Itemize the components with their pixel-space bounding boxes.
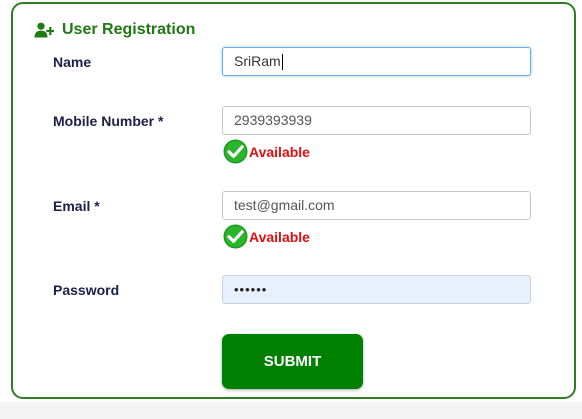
email-input[interactable]: test@gmail.com	[222, 191, 531, 220]
user-plus-icon	[34, 22, 54, 38]
form-header: User Registration	[34, 20, 195, 40]
name-input[interactable]: SriRam	[222, 47, 531, 76]
mobile-status-text: Available	[249, 143, 310, 160]
check-circle-icon	[223, 139, 248, 164]
form-title: User Registration	[62, 21, 196, 38]
name-value: SriRam	[234, 53, 281, 69]
password-input[interactable]: ••••••	[222, 275, 531, 304]
password-label: Password	[53, 282, 120, 298]
email-status-text: Available	[249, 228, 310, 245]
mobile-input[interactable]: 2939393939	[222, 106, 531, 135]
email-label: Email *	[53, 198, 100, 214]
page-bottom-strip	[0, 402, 582, 419]
text-caret	[281, 54, 283, 71]
check-circle-icon	[223, 224, 248, 249]
submit-button[interactable]: SUBMIT	[222, 334, 363, 389]
mobile-status: Available	[223, 139, 310, 164]
name-label: Name	[53, 54, 92, 70]
email-status: Available	[223, 224, 310, 249]
mobile-label: Mobile Number *	[53, 113, 164, 129]
